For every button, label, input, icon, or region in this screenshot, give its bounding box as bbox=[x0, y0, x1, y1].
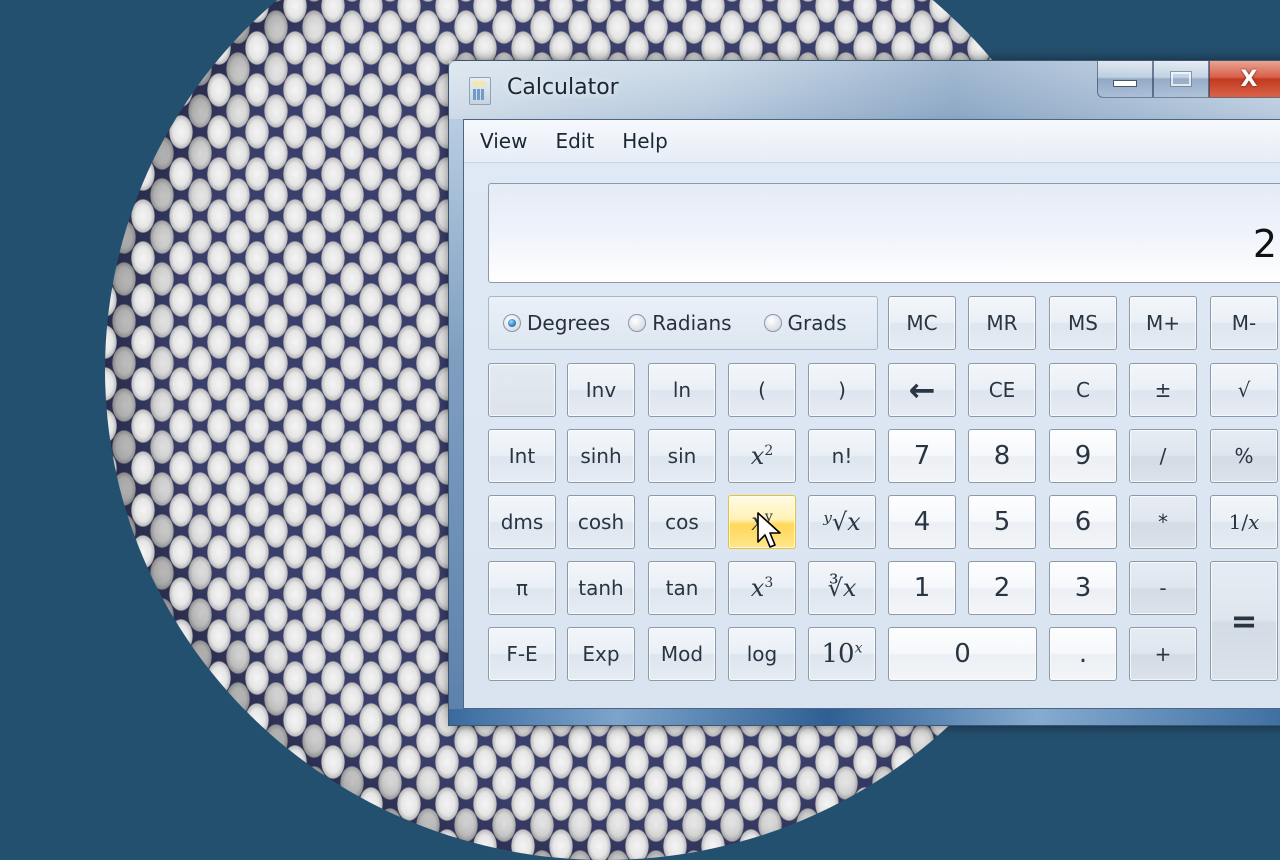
radio-button[interactable] bbox=[628, 314, 647, 332]
math-ten: 10 bbox=[821, 639, 855, 669]
decimal-button[interactable]: . bbox=[1049, 627, 1117, 681]
equals-button[interactable]: = bbox=[1210, 561, 1278, 681]
int-button[interactable]: Int bbox=[488, 429, 556, 483]
mr-button[interactable]: MR bbox=[968, 296, 1036, 350]
digit-7-button[interactable]: 7 bbox=[888, 429, 956, 483]
pi-button[interactable]: π bbox=[488, 561, 556, 615]
m-plus-button[interactable]: M+ bbox=[1129, 296, 1197, 350]
multiply-button[interactable]: * bbox=[1129, 495, 1197, 549]
ms-button[interactable]: MS bbox=[1049, 296, 1117, 350]
minimize-icon bbox=[1113, 79, 1137, 87]
math-root-symbol: ʸ√ bbox=[823, 508, 848, 536]
maximize-icon bbox=[1171, 72, 1191, 86]
math-x: x bbox=[750, 442, 765, 470]
radio-button-checked[interactable] bbox=[503, 314, 521, 332]
math-exponent: 3 bbox=[764, 575, 774, 591]
calculator-body: 2 Degrees Radians Grads MC MR MS M+ M- I… bbox=[464, 163, 1280, 708]
blank-button[interactable] bbox=[488, 363, 556, 417]
factorial-button[interactable]: n! bbox=[808, 429, 876, 483]
digit-8-button[interactable]: 8 bbox=[968, 429, 1036, 483]
radio-button[interactable] bbox=[763, 314, 782, 332]
backspace-button[interactable]: ← bbox=[888, 363, 956, 417]
math-one-over: 1/ bbox=[1228, 510, 1249, 534]
display-value: 2 bbox=[1252, 222, 1277, 266]
calculator-window: Calculator X View Edit Help 2 Degrees Ra… bbox=[448, 60, 1280, 726]
mc-button[interactable]: MC bbox=[888, 296, 956, 350]
radio-radians[interactable]: Radians bbox=[628, 311, 732, 335]
backspace-arrow-icon: ← bbox=[908, 371, 936, 409]
caption-buttons: X bbox=[1097, 61, 1280, 99]
radio-degrees[interactable]: Degrees bbox=[503, 311, 610, 335]
percent-button[interactable]: % bbox=[1210, 429, 1278, 483]
dms-button[interactable]: dms bbox=[488, 495, 556, 549]
sin-button[interactable]: sin bbox=[648, 429, 716, 483]
digit-4-button[interactable]: 4 bbox=[888, 495, 956, 549]
ten-power-x-button[interactable]: 10x bbox=[808, 627, 876, 681]
digit-1-button[interactable]: 1 bbox=[888, 561, 956, 615]
math-x: x bbox=[1248, 510, 1260, 534]
radio-label: Grads bbox=[787, 311, 847, 335]
menu-help[interactable]: Help bbox=[608, 129, 682, 153]
sinh-button[interactable]: sinh bbox=[567, 429, 635, 483]
digit-2-button[interactable]: 2 bbox=[968, 561, 1036, 615]
window-frame-left bbox=[449, 119, 463, 709]
radio-label: Radians bbox=[652, 311, 732, 335]
math-root-symbol: ∛ bbox=[827, 574, 843, 602]
maximize-button[interactable] bbox=[1153, 61, 1209, 98]
reciprocal-button[interactable]: 1/x bbox=[1210, 495, 1278, 549]
digit-0-button[interactable]: 0 bbox=[888, 627, 1037, 681]
radio-label: Degrees bbox=[527, 311, 611, 335]
divide-button[interactable]: / bbox=[1129, 429, 1197, 483]
y-root-x-button[interactable]: ʸ√x bbox=[808, 495, 876, 549]
inv-button[interactable]: Inv bbox=[567, 363, 635, 417]
exp-button[interactable]: Exp bbox=[567, 627, 635, 681]
close-button[interactable]: X bbox=[1209, 61, 1280, 98]
calculator-icon bbox=[469, 77, 491, 105]
radio-grads[interactable]: Grads bbox=[763, 311, 847, 335]
math-x: x bbox=[750, 574, 765, 602]
angle-unit-group: Degrees Radians Grads bbox=[488, 296, 878, 350]
minimize-button[interactable] bbox=[1097, 61, 1153, 98]
digit-9-button[interactable]: 9 bbox=[1049, 429, 1117, 483]
mod-button[interactable]: Mod bbox=[648, 627, 716, 681]
tan-button[interactable]: tan bbox=[648, 561, 716, 615]
ce-button[interactable]: CE bbox=[968, 363, 1036, 417]
window-frame-bottom bbox=[449, 709, 1280, 725]
close-icon: X bbox=[1240, 66, 1258, 92]
math-x: x bbox=[847, 508, 861, 536]
cos-button[interactable]: cos bbox=[648, 495, 716, 549]
log-button[interactable]: log bbox=[728, 627, 796, 681]
add-button[interactable]: + bbox=[1129, 627, 1197, 681]
window-title: Calculator bbox=[507, 75, 619, 100]
math-x: x bbox=[842, 574, 857, 602]
menu-edit[interactable]: Edit bbox=[541, 129, 608, 153]
cosh-button[interactable]: cosh bbox=[567, 495, 635, 549]
fe-button[interactable]: F-E bbox=[488, 627, 556, 681]
calculator-client-area: View Edit Help 2 Degrees Radians Grads M… bbox=[463, 119, 1280, 709]
x-squared-button[interactable]: x2 bbox=[728, 429, 796, 483]
tanh-button[interactable]: tanh bbox=[567, 561, 635, 615]
menu-view[interactable]: View bbox=[466, 129, 541, 153]
cube-root-button[interactable]: ∛x bbox=[808, 561, 876, 615]
close-paren-button[interactable]: ) bbox=[808, 363, 876, 417]
plus-minus-button[interactable]: ± bbox=[1129, 363, 1197, 417]
m-minus-button[interactable]: M- bbox=[1210, 296, 1278, 350]
x-cubed-button[interactable]: x3 bbox=[728, 561, 796, 615]
subtract-button[interactable]: - bbox=[1129, 561, 1197, 615]
sqrt-button[interactable]: √ bbox=[1210, 363, 1278, 417]
math-exponent: x bbox=[854, 640, 863, 657]
open-paren-button[interactable]: ( bbox=[728, 363, 796, 417]
digit-6-button[interactable]: 6 bbox=[1049, 495, 1117, 549]
result-display: 2 bbox=[488, 183, 1280, 283]
digit-3-button[interactable]: 3 bbox=[1049, 561, 1117, 615]
ln-button[interactable]: ln bbox=[648, 363, 716, 417]
menu-bar: View Edit Help bbox=[464, 120, 1280, 163]
math-exponent: 2 bbox=[764, 443, 774, 459]
digit-5-button[interactable]: 5 bbox=[968, 495, 1036, 549]
c-button[interactable]: C bbox=[1049, 363, 1117, 417]
